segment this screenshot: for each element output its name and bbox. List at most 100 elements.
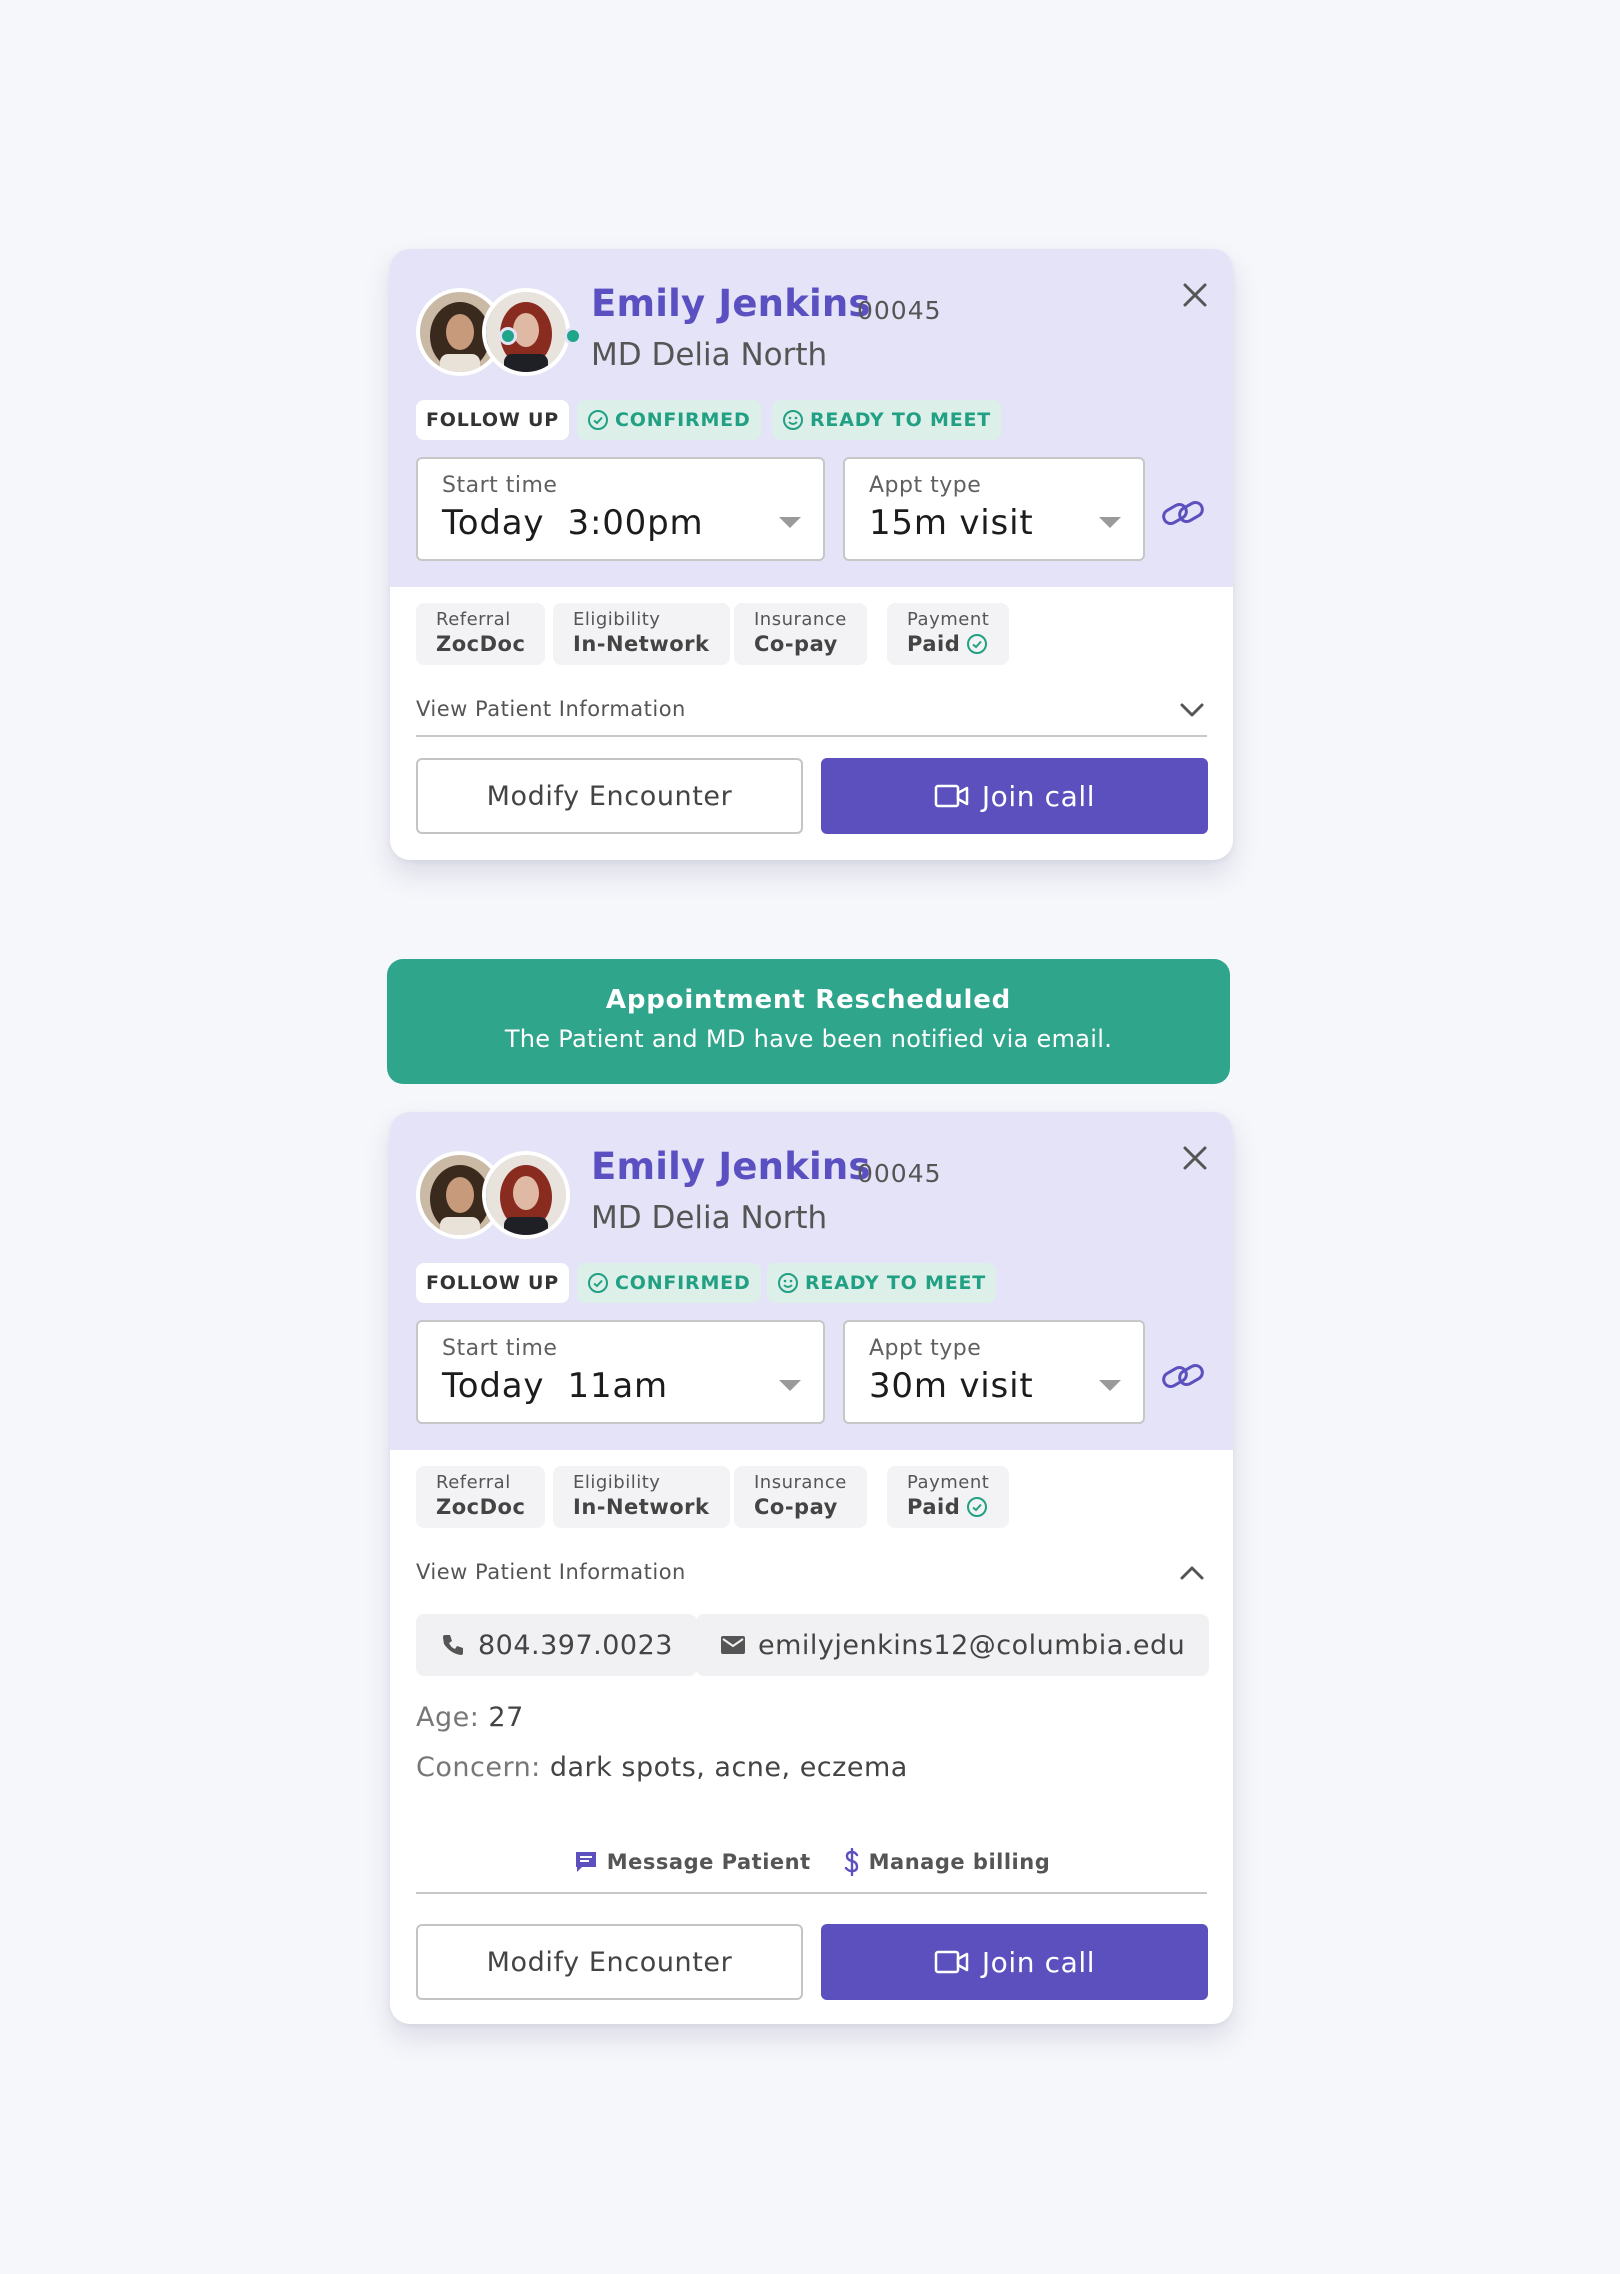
reschedule-success-banner: Appointment Rescheduled The Patient and … (387, 959, 1230, 1084)
chip-label: Payment (907, 609, 990, 630)
chip-label: Insurance (754, 609, 847, 630)
confirmed-tag: CONFIRMED (577, 1263, 761, 1303)
link-icon[interactable] (1159, 1356, 1207, 1396)
check-circle-icon (588, 410, 608, 430)
chip-value: ZocDoc (436, 632, 526, 656)
dropdown-caret-icon (1099, 517, 1121, 528)
ready-to-meet-tag: READY TO MEET (772, 400, 1002, 440)
dropdown-caret-icon (1099, 1380, 1121, 1391)
chip-value: Co-pay (754, 1495, 838, 1519)
appt-type-select[interactable]: Appt type 30m visit (843, 1320, 1145, 1424)
email-address: emilyjenkins12@columbia.edu (758, 1629, 1186, 1661)
view-patient-info-label: View Patient Information (416, 697, 686, 721)
patient-name[interactable]: Emily Jenkins (591, 1145, 871, 1188)
chip-value: Co-pay (754, 632, 838, 656)
chip-label: Eligibility (573, 1472, 661, 1493)
chip-label: Referral (436, 1472, 511, 1493)
follow-up-tag: FOLLOW UP (416, 400, 569, 440)
age-label: Age: (416, 1702, 480, 1733)
insurance-chip: Insurance Co-pay (734, 1466, 867, 1528)
dropdown-caret-icon (779, 1380, 801, 1391)
dropdown-caret-icon (779, 517, 801, 528)
mail-icon (721, 1636, 745, 1654)
chevron-up-icon (1180, 1566, 1204, 1580)
join-call-button[interactable]: Join call (821, 1924, 1208, 2000)
eligibility-chip: Eligibility In-Network (553, 1466, 730, 1528)
manage-billing-button[interactable]: Manage billing (843, 1842, 1051, 1882)
start-time-select[interactable]: Start time Today 3:00pm (416, 457, 825, 561)
appt-type-select[interactable]: Appt type 15m visit (843, 457, 1145, 561)
chip-value: In-Network (573, 632, 710, 656)
patient-name[interactable]: Emily Jenkins (591, 282, 871, 325)
participant-avatars (416, 1151, 570, 1239)
appointment-card-header: Emily Jenkins 00045 MD Delia North FOLLO… (390, 249, 1233, 587)
patient-email[interactable]: emilyjenkins12@columbia.edu (696, 1614, 1210, 1676)
join-call-label: Join call (981, 1945, 1096, 1979)
patient-concern: Concern: dark spots, acne, eczema (416, 1752, 908, 1783)
concern-label: Concern: (416, 1752, 541, 1783)
appt-type-label: Appt type (869, 473, 982, 498)
check-circle-icon (967, 1497, 988, 1517)
phone-number: 804.397.0023 (478, 1629, 673, 1661)
view-patient-info-toggle[interactable]: View Patient Information (416, 1554, 1207, 1600)
start-time-value: Today 3:00pm (442, 503, 704, 543)
patient-age: Age: 27 (416, 1702, 524, 1733)
message-patient-label: Message Patient (606, 1850, 811, 1874)
doctor-avatar (482, 1151, 570, 1239)
start-time-select[interactable]: Start time Today 11am (416, 1320, 825, 1424)
appointment-card: Emily Jenkins 00045 MD Delia North FOLLO… (390, 249, 1233, 860)
referral-chip: Referral ZocDoc (416, 603, 546, 665)
age-value: 27 (488, 1702, 524, 1733)
banner-title: Appointment Rescheduled (605, 985, 1012, 1015)
modify-encounter-button[interactable]: Modify Encounter (416, 758, 803, 834)
doctor-avatar (482, 288, 570, 376)
chip-value: Paid (907, 632, 989, 656)
patient-id: 00045 (857, 1159, 942, 1188)
chip-label: Eligibility (573, 609, 661, 630)
check-circle-icon (588, 1273, 608, 1293)
chip-label: Payment (907, 1472, 990, 1493)
appt-type-label: Appt type (869, 1336, 982, 1361)
concern-value: dark spots, acne, eczema (549, 1752, 908, 1783)
patient-online-indicator (499, 327, 517, 345)
patient-phone[interactable]: 804.397.0023 (416, 1614, 697, 1676)
insurance-chip: Insurance Co-pay (734, 603, 867, 665)
patient-id: 00045 (857, 296, 942, 325)
participant-avatars (416, 288, 582, 376)
chip-label: Insurance (754, 1472, 847, 1493)
close-icon[interactable] (1175, 275, 1215, 315)
modify-encounter-button[interactable]: Modify Encounter (416, 1924, 803, 2000)
follow-up-tag: FOLLOW UP (416, 1263, 569, 1303)
chip-value: In-Network (573, 1495, 710, 1519)
start-time-label: Start time (442, 473, 558, 498)
join-call-label: Join call (981, 779, 1096, 813)
phone-icon (443, 1635, 463, 1655)
banner-message: The Patient and MD have been notified vi… (504, 1025, 1113, 1053)
doctor-online-indicator (564, 327, 582, 345)
smile-icon (778, 1273, 798, 1293)
view-patient-info-toggle[interactable]: View Patient Information (416, 691, 1207, 737)
chip-value: ZocDoc (436, 1495, 526, 1519)
check-circle-icon (967, 634, 988, 654)
video-camera-icon (934, 1950, 969, 1974)
chip-value: Paid (907, 1495, 989, 1519)
chip-label: Referral (436, 609, 511, 630)
message-patient-button[interactable]: Message Patient (573, 1842, 811, 1882)
start-time-value: Today 11am (442, 1366, 668, 1406)
eligibility-chip: Eligibility In-Network (553, 603, 730, 665)
message-icon (575, 1852, 596, 1872)
doctor-name: MD Delia North (591, 337, 828, 373)
join-call-button[interactable]: Join call (821, 758, 1208, 834)
link-icon[interactable] (1159, 493, 1207, 533)
appointment-card-header: Emily Jenkins 00045 MD Delia North FOLLO… (390, 1112, 1233, 1450)
patient-actions: Message Patient Manage billing (416, 1842, 1207, 1894)
confirmed-tag: CONFIRMED (577, 400, 761, 440)
view-patient-info-label: View Patient Information (416, 1560, 686, 1584)
close-icon[interactable] (1175, 1138, 1215, 1178)
start-time-label: Start time (442, 1336, 558, 1361)
chevron-down-icon (1180, 703, 1204, 717)
manage-billing-label: Manage billing (868, 1850, 1051, 1874)
appt-type-value: 30m visit (869, 1366, 1034, 1406)
payment-chip: Payment Paid (887, 1466, 1010, 1528)
appointment-card: Emily Jenkins 00045 MD Delia North FOLLO… (390, 1112, 1233, 2024)
